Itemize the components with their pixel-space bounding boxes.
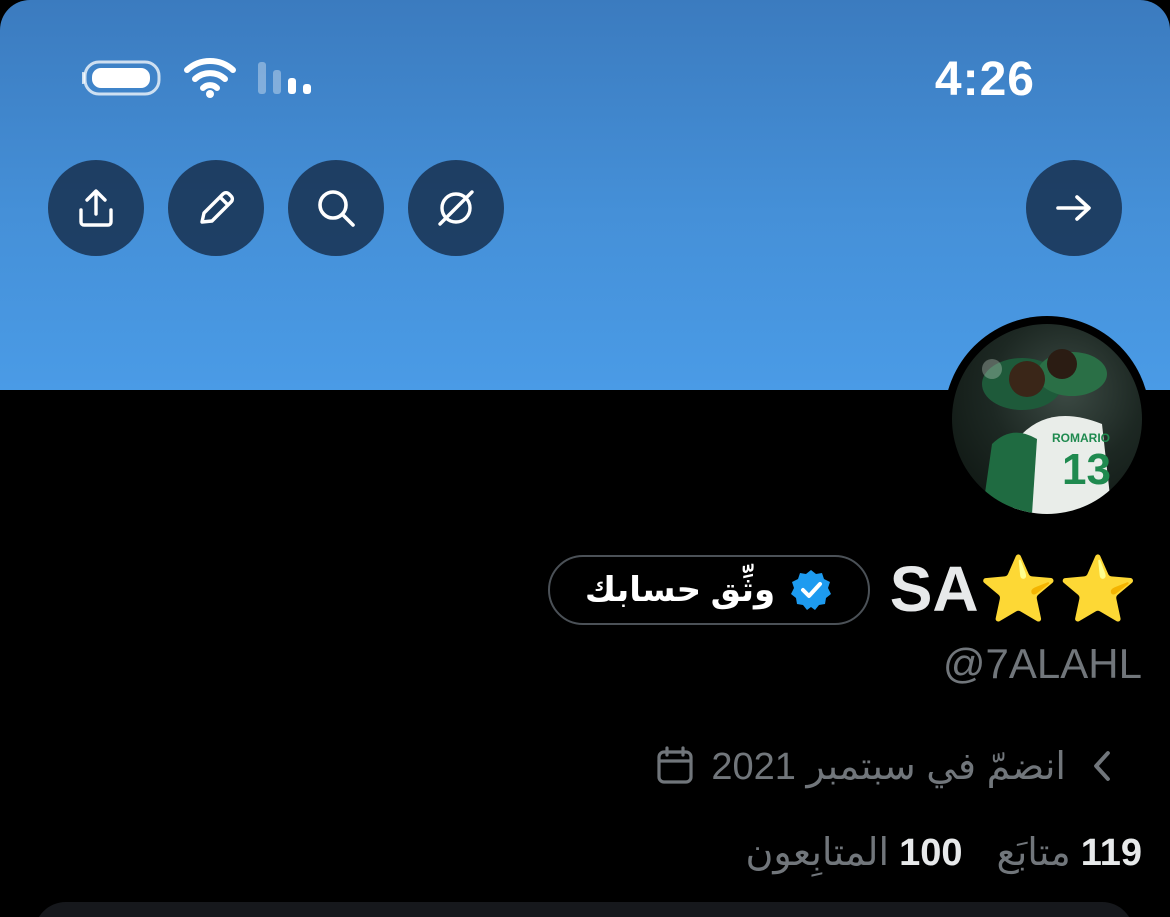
wifi-icon — [184, 58, 236, 98]
following-stat[interactable]: 119 متابَع — [996, 830, 1142, 875]
status-bar-time: 4:26 — [934, 53, 1035, 106]
verify-account-label: وثِّق حسابك — [584, 571, 776, 609]
back-button[interactable] — [1026, 160, 1122, 256]
join-date-row[interactable]: انضمّ في سبتمبر 2021 — [655, 740, 1122, 792]
share-icon — [79, 189, 113, 227]
followers-label: المتابِعون — [745, 832, 890, 874]
verified-badge-icon — [791, 570, 832, 610]
search-button[interactable] — [288, 160, 384, 256]
user-handle: @7ALAHL — [942, 640, 1142, 687]
arrow-right-icon — [1056, 195, 1091, 221]
following-count: 119 — [1080, 832, 1142, 874]
slash-circle-icon — [438, 190, 474, 226]
followers-stat[interactable]: 100 المتابِعون — [745, 830, 962, 875]
chevron-left-icon — [1094, 751, 1110, 781]
share-button[interactable] — [48, 160, 144, 256]
mute-button[interactable] — [408, 160, 504, 256]
svg-text:ROMARIO: ROMARIO — [1052, 431, 1110, 445]
display-name: SA⭐⭐ — [889, 553, 1138, 625]
edit-profile-button[interactable] — [168, 160, 264, 256]
search-icon — [318, 190, 355, 227]
verify-account-button[interactable]: وثِّق حسابك — [548, 555, 870, 625]
cellular-signal-icon — [258, 62, 311, 94]
calendar-icon — [657, 746, 693, 784]
avatar-photo: 13 ROMARIO — [982, 349, 1112, 514]
followers-count: 100 — [899, 832, 963, 874]
battery-icon — [82, 60, 161, 96]
following-label: متابَع — [996, 832, 1071, 874]
bottom-sheet-edge — [34, 902, 1134, 917]
profile-avatar[interactable]: 13 ROMARIO — [944, 316, 1150, 522]
join-date-text: انضمّ في سبتمبر 2021 — [711, 745, 1066, 788]
pencil-icon — [200, 191, 234, 224]
follow-stats: 119 متابَع 100 المتابِعون — [745, 830, 1142, 875]
svg-text:13: 13 — [1062, 445, 1111, 494]
